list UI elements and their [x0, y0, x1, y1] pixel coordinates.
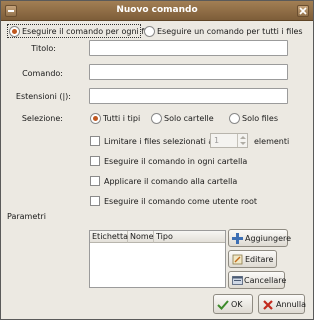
cancel-button[interactable]: Annulla — [258, 294, 307, 314]
check-icon — [217, 300, 229, 310]
title-bar[interactable]: Nuovo comando — [1, 1, 313, 21]
radio-each-file-label[interactable]: Eseguire il comando per ogni file — [22, 26, 153, 37]
edit-button-label: Editare — [245, 255, 274, 264]
column-header-name[interactable]: Nome — [128, 231, 154, 243]
limit-checkbox[interactable] — [90, 136, 100, 146]
radio-files-only-label[interactable]: Solo files — [242, 113, 278, 124]
delete-button-label: Cancellare — [244, 276, 287, 285]
ok-button-label: OK — [231, 300, 243, 309]
params-section-label: Parametri — [7, 212, 46, 221]
params-table[interactable]: Etichetta Nome Tipo — [89, 230, 226, 288]
delete-icon — [232, 276, 243, 285]
cancel-icon — [263, 300, 273, 310]
radio-files-only[interactable] — [229, 113, 240, 124]
column-header-label[interactable]: Etichetta — [90, 231, 128, 243]
radio-folders-only[interactable] — [151, 113, 162, 124]
spinner-arrows[interactable] — [237, 134, 247, 147]
title-label: Titolo: — [31, 44, 56, 53]
title-input[interactable] — [89, 40, 288, 56]
limit-label: Limitare i files selezionati a — [104, 137, 214, 146]
add-button-label: Aggiungere — [245, 234, 292, 243]
as-root-label[interactable]: Eseguire il comando come utente root — [104, 196, 257, 207]
close-icon — [299, 7, 307, 15]
radio-all-types-label[interactable]: Tutti i tipi — [103, 113, 140, 124]
each-folder-label[interactable]: Eseguire il comando in ogni cartella — [104, 156, 247, 167]
ok-button[interactable]: OK — [213, 294, 253, 314]
limit-spinner-value: 1 — [214, 136, 220, 145]
as-root-checkbox[interactable] — [90, 196, 100, 206]
each-folder-checkbox[interactable] — [90, 156, 100, 166]
limit-suffix: elementi — [254, 137, 290, 146]
extensions-label: Estensioni (|): — [15, 92, 71, 101]
command-input[interactable] — [89, 64, 288, 80]
selection-label: Selezione: — [21, 114, 63, 123]
edit-button[interactable]: Editare — [228, 250, 277, 268]
radio-each-file[interactable] — [9, 26, 20, 37]
window-title: Nuovo comando — [116, 5, 198, 15]
radio-all-files[interactable] — [144, 26, 155, 37]
apply-folder-checkbox[interactable] — [90, 176, 100, 186]
radio-all-files-label[interactable]: Eseguire un comando per tutti i files — [157, 26, 303, 37]
window-close-button[interactable] — [297, 5, 309, 17]
plus-icon — [232, 233, 243, 244]
extensions-input[interactable] — [89, 88, 288, 104]
command-label: Comando: — [22, 69, 63, 78]
apply-folder-label[interactable]: Applicare il comando alla cartella — [104, 176, 237, 187]
dialog-window: Nuovo comando Eseguire il comando per og… — [0, 0, 314, 320]
limit-spinner[interactable]: 1 — [210, 133, 248, 148]
radio-folders-only-label[interactable]: Solo cartelle — [164, 113, 214, 124]
delete-button[interactable]: Cancellare — [228, 271, 287, 289]
radio-all-types[interactable] — [90, 113, 101, 124]
cancel-button-label: Annulla — [276, 300, 307, 309]
add-button[interactable]: Aggiungere — [228, 229, 292, 247]
edit-icon — [232, 254, 243, 265]
spinner-arrows-icon — [240, 136, 246, 145]
column-header-type[interactable]: Tipo — [154, 231, 225, 243]
